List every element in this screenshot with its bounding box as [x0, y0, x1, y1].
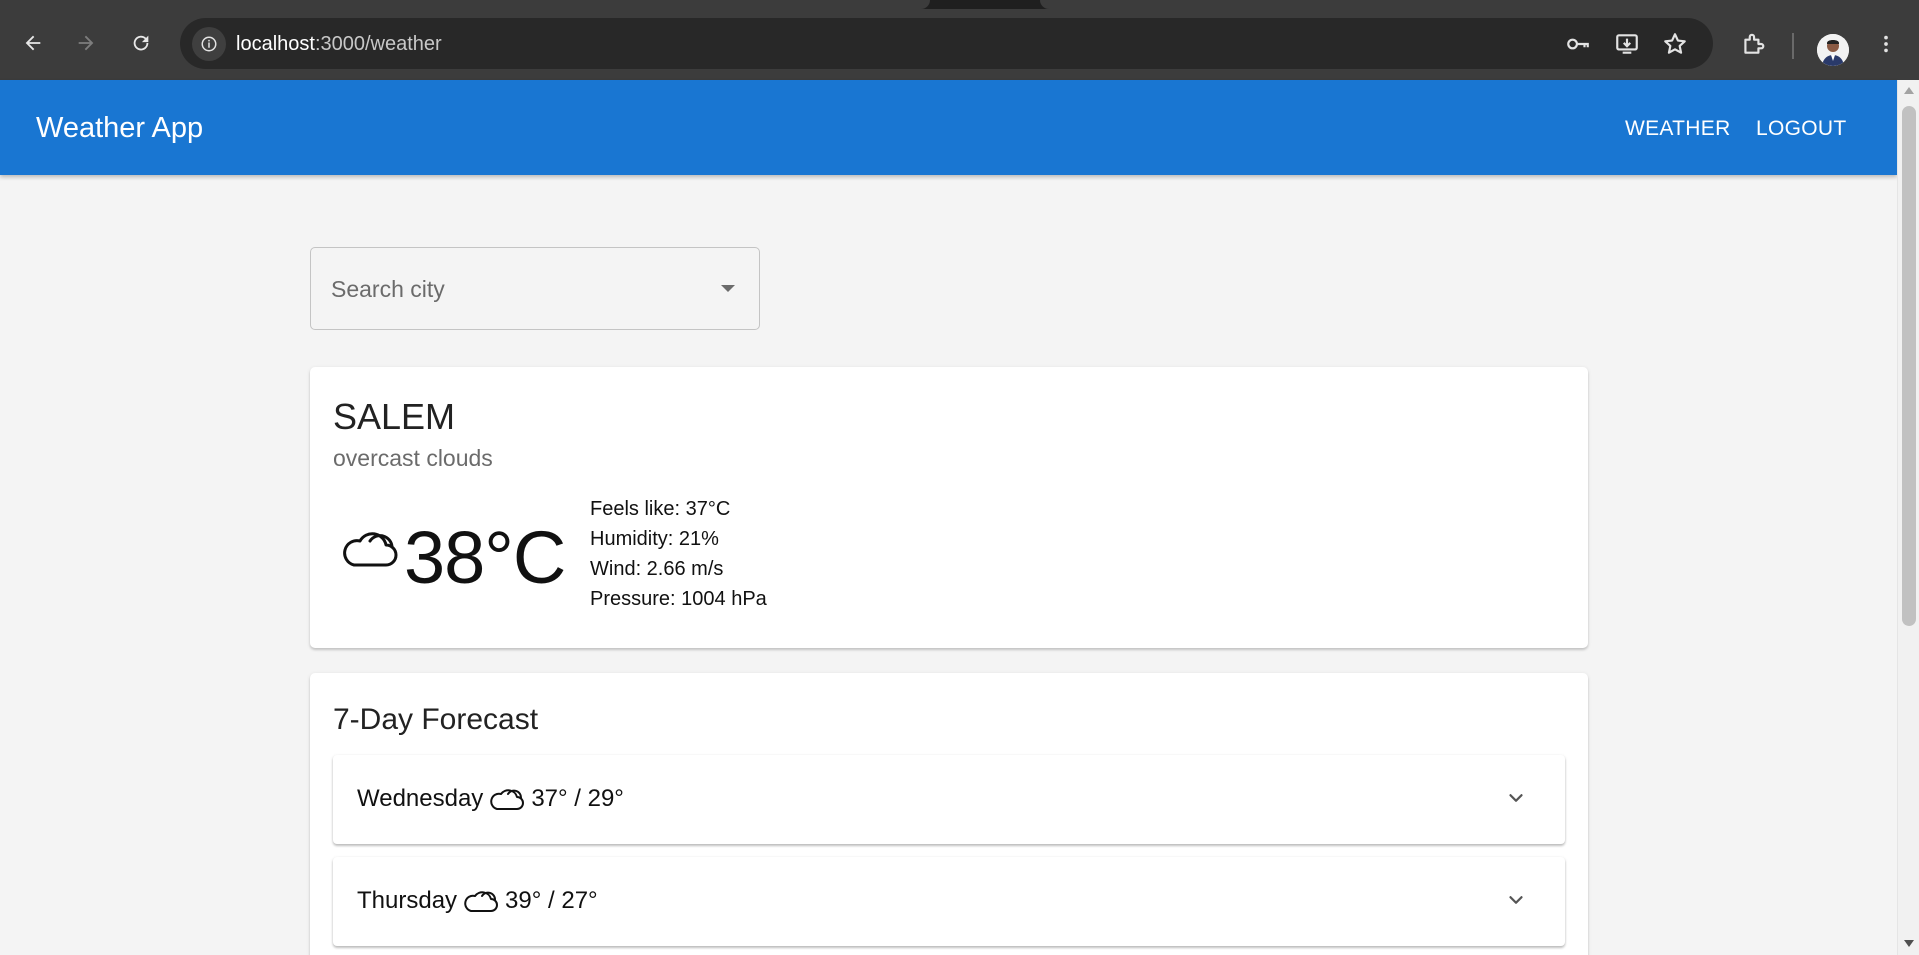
search-city-input[interactable] — [331, 276, 691, 303]
url-host: localhost — [236, 33, 315, 55]
extensions-icon[interactable] — [1735, 26, 1771, 62]
url-path: :3000/weather — [314, 33, 442, 55]
reload-icon[interactable] — [124, 26, 158, 60]
scroll-up-icon[interactable] — [1904, 87, 1914, 94]
browser-chrome: localhost:3000/weather — [0, 0, 1919, 80]
forecast-temps: 37° / 29° — [531, 785, 624, 812]
password-key-icon[interactable] — [1562, 28, 1594, 60]
scroll-thumb[interactable] — [1902, 106, 1916, 626]
city-name: SALEM — [333, 396, 456, 437]
weather-details: Feels like: 37°C Humidity: 21% Wind: 2.6… — [590, 494, 767, 614]
current-temperature: 38°C — [404, 516, 566, 599]
wind: Wind: 2.66 m/s — [590, 558, 724, 580]
url-text[interactable]: localhost:3000/weather — [236, 33, 442, 56]
toolbar-divider — [1792, 33, 1794, 59]
forward-icon[interactable] — [69, 26, 103, 60]
back-icon[interactable] — [16, 26, 50, 60]
dropdown-arrow-icon[interactable] — [721, 285, 735, 292]
app-title: Weather App — [36, 112, 204, 144]
forecast-title: 7-Day Forecast — [333, 703, 539, 736]
forecast-accordion-item[interactable]: Thursday 39° / 27° — [333, 857, 1565, 946]
chevron-down-icon[interactable] — [1505, 787, 1527, 809]
install-app-icon[interactable] — [1611, 28, 1643, 60]
nav-weather-link[interactable]: WEATHER — [1625, 117, 1731, 141]
forecast-summary: Thursday 39° / 27° — [357, 887, 598, 915]
scroll-down-icon[interactable] — [1904, 940, 1914, 947]
tab-background — [0, 0, 930, 9]
current-weather-card: SALEM overcast clouds 38°C Feels like: 3… — [310, 367, 1588, 648]
forecast-accordion-item[interactable]: Wednesday 37° / 29° — [333, 755, 1565, 844]
search-city-combobox[interactable] — [310, 247, 760, 330]
profile-avatar[interactable] — [1817, 34, 1849, 66]
browser-toolbar: localhost:3000/weather — [0, 9, 1919, 80]
cloud-icon — [490, 789, 525, 810]
nav-logout-link[interactable]: LOGOUT — [1756, 117, 1846, 141]
forecast-day: Wednesday — [357, 785, 484, 812]
page-scrollbar[interactable] — [1897, 80, 1919, 955]
humidity: Humidity: 21% — [590, 528, 719, 550]
tab-strip — [0, 0, 1919, 9]
site-info-icon[interactable] — [192, 27, 226, 61]
bookmark-star-icon[interactable] — [1659, 28, 1691, 60]
feels-like: Feels like: 37°C — [590, 498, 731, 520]
forecast-temps: 39° / 27° — [505, 887, 598, 914]
forecast-day: Thursday — [357, 887, 458, 914]
cloud-icon — [343, 532, 398, 567]
pressure: Pressure: 1004 hPa — [590, 588, 767, 610]
weather-description: overcast clouds — [333, 445, 493, 471]
chevron-down-icon[interactable] — [1505, 889, 1527, 911]
address-bar[interactable]: localhost:3000/weather — [180, 18, 1713, 69]
cloud-icon — [464, 891, 499, 912]
tab-background — [1040, 0, 1919, 9]
app-bar: Weather App WEATHER LOGOUT — [0, 80, 1897, 175]
forecast-card: 7-Day Forecast Wednesday 37° / 29° Thurs… — [310, 673, 1588, 955]
forecast-summary: Wednesday 37° / 29° — [357, 785, 624, 813]
browser-menu-icon[interactable] — [1868, 26, 1904, 62]
